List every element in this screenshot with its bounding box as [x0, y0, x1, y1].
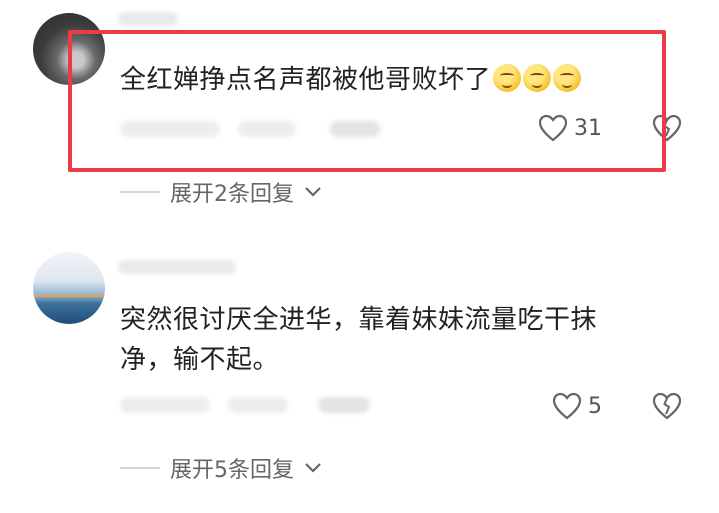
- dislike-button[interactable]: [652, 392, 682, 420]
- avatar[interactable]: [33, 252, 105, 324]
- username-blur: [118, 260, 236, 274]
- heart-outline-icon: [552, 392, 582, 420]
- like-button[interactable]: 5: [552, 392, 602, 420]
- comment-2: 突然很讨厌全进华，靠着妹妹流量吃干抹 净，输不起。 5 展开5条回复: [0, 0, 719, 513]
- broken-heart-icon: [652, 392, 682, 420]
- comment-text-line-2: 净，输不起。: [120, 345, 280, 375]
- chevron-down-icon: [304, 462, 322, 474]
- timestamp-blur: [120, 397, 210, 413]
- expand-replies-button[interactable]: 展开5条回复: [120, 452, 322, 484]
- location-blur: [228, 397, 288, 413]
- divider-line: [120, 467, 160, 469]
- like-count: 5: [588, 393, 602, 419]
- comment-text-line-1: 突然很讨厌全进华，靠着妹妹流量吃干抹: [120, 305, 598, 335]
- expand-replies-label: 展开5条回复: [170, 458, 294, 483]
- reply-button[interactable]: [318, 397, 370, 413]
